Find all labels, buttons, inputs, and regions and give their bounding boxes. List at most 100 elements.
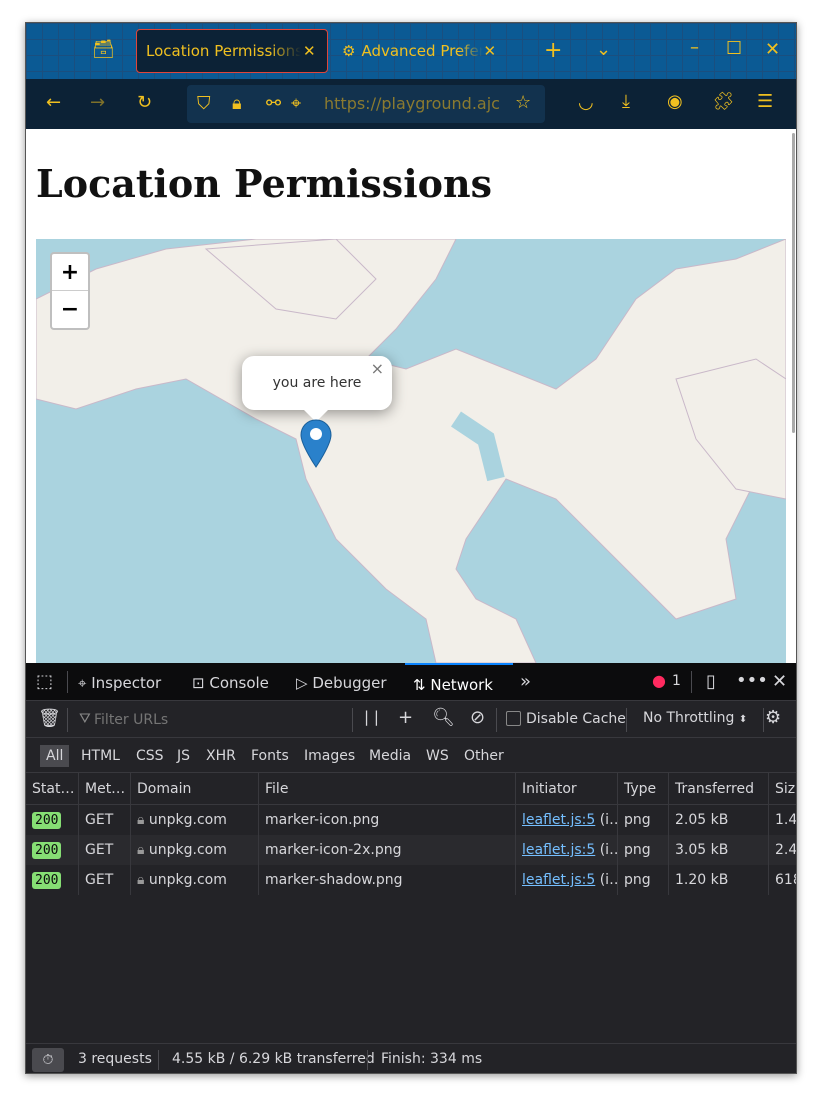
pocket-icon[interactable]: ◡ xyxy=(578,94,594,112)
menu-icon[interactable]: ☰ xyxy=(757,93,773,111)
cell-domain: 🔒︎ unpkg.com xyxy=(130,835,258,865)
new-tab-icon[interactable]: + xyxy=(544,40,562,62)
error-icon[interactable]: ● xyxy=(652,673,666,689)
element-picker-icon[interactable]: ⬚ xyxy=(36,673,53,691)
popup-close-button[interactable]: × xyxy=(371,342,384,396)
map-marker-icon[interactable] xyxy=(300,419,332,469)
type-filter-images[interactable]: Images xyxy=(298,745,361,767)
reload-icon[interactable]: ↻ xyxy=(137,94,152,112)
close-tab-icon[interactable]: ✕ xyxy=(483,42,496,60)
devtools-panel: ⬚ ⌖ Inspector ⊡ Console ▷ Debugger ⇅ Net… xyxy=(26,663,796,1073)
settings-gear-icon[interactable]: ⚙ xyxy=(765,709,781,727)
back-icon[interactable]: ← xyxy=(46,94,61,112)
lock-icon[interactable]: 🔒︎ xyxy=(232,95,242,113)
trash-icon[interactable]: 🗑︎ xyxy=(38,710,61,728)
disable-cache-label[interactable]: Disable Cache xyxy=(526,711,626,727)
performance-icon[interactable]: ⏱ xyxy=(32,1048,64,1072)
select-arrows-icon: ⬍ xyxy=(738,714,748,725)
account-icon[interactable]: ◉ xyxy=(667,93,683,111)
tab-debugger[interactable]: ▷ Debugger xyxy=(296,663,387,701)
table-row[interactable]: 200 GET 🔒︎ unpkg.com marker-icon-2x.png leaf… xyxy=(26,835,796,865)
bookmark-star-icon[interactable]: ☆ xyxy=(515,94,531,112)
close-tab-icon[interactable]: ✕ xyxy=(303,42,316,60)
column-header[interactable]: Transferred xyxy=(668,773,768,804)
type-filter-xhr[interactable]: XHR xyxy=(200,745,242,767)
gear-icon: ⚙ xyxy=(342,42,356,60)
table-row[interactable]: 200 GET 🔒︎ unpkg.com marker-shadow.png leafl… xyxy=(26,865,796,895)
zoom-in-button[interactable]: + xyxy=(52,254,88,291)
tab-inspector[interactable]: ⌖ Inspector xyxy=(78,663,161,701)
add-icon[interactable]: + xyxy=(398,709,413,727)
chevron-down-icon[interactable]: ⌄ xyxy=(596,41,611,59)
zoom-control: + − xyxy=(50,252,90,330)
permissions-icon[interactable]: ⚯ xyxy=(266,95,281,113)
map-tiles xyxy=(36,239,786,663)
shield-icon[interactable]: ⛉ xyxy=(197,95,211,113)
tab-console[interactable]: ⊡ Console xyxy=(192,663,269,701)
more-tabs-icon[interactable]: » xyxy=(520,673,531,691)
type-filter-media[interactable]: Media xyxy=(363,745,417,767)
more-options-icon[interactable]: ••• xyxy=(736,672,768,690)
tab-location-permissions[interactable]: Location Permissions ✕ xyxy=(136,29,328,73)
error-count[interactable]: 1 xyxy=(672,673,681,689)
initiator-link[interactable]: leaflet.js:5 xyxy=(522,842,595,858)
requests-table-header: Stat… Met… Domain File Initiator Type Transfer… xyxy=(26,773,796,805)
location-popup: you are here × xyxy=(242,356,392,422)
lock-icon: 🔒︎ xyxy=(137,842,145,858)
cell-type: png xyxy=(617,835,668,865)
cell-status: 200 xyxy=(26,835,78,865)
responsive-mode-icon[interactable]: ▯ xyxy=(706,673,716,691)
type-filter-css[interactable]: CSS xyxy=(130,745,170,767)
browser-window: 🗃 Location Permissions ✕ ⚙ Advanced Pref… xyxy=(25,22,797,1074)
cell-initiator: leaflet.js:5 (i… xyxy=(515,835,617,865)
type-filter-html[interactable]: HTML xyxy=(75,745,126,767)
extensions-icon[interactable]: 🧩︎ xyxy=(712,93,735,111)
type-filter-all[interactable]: All xyxy=(40,745,70,767)
close-devtools-icon[interactable]: ✕ xyxy=(772,673,787,691)
type-filter-other[interactable]: Other xyxy=(458,745,510,767)
disable-cache-checkbox[interactable] xyxy=(506,711,521,726)
search-icon[interactable]: 🔍︎ xyxy=(432,709,455,727)
cell-domain: 🔒︎ unpkg.com xyxy=(130,805,258,835)
zoom-out-button[interactable]: − xyxy=(52,291,88,328)
url-text[interactable]: https://playground.ajc xyxy=(324,94,504,113)
column-header[interactable]: Domain xyxy=(130,773,258,804)
network-filter-bar: 🗑︎ ⛛ | | + 🔍︎ ⊘ Disable Cache No Throttl… xyxy=(26,701,796,738)
status-badge: 200 xyxy=(32,812,62,829)
transferred-summary: 4.55 kB / 6.29 kB transferred xyxy=(172,1051,375,1067)
column-header[interactable]: Met… xyxy=(78,773,130,804)
column-header[interactable]: Siz xyxy=(768,773,796,804)
maximize-icon[interactable]: ☐ xyxy=(726,40,742,58)
type-filter-js[interactable]: JS xyxy=(171,745,196,767)
initiator-link[interactable]: leaflet.js:5 xyxy=(522,872,595,888)
cell-initiator: leaflet.js:5 (i… xyxy=(515,805,617,835)
column-header[interactable]: Initiator xyxy=(515,773,617,804)
map[interactable]: + − you are here × xyxy=(36,239,786,663)
close-window-icon[interactable]: ✕ xyxy=(765,41,780,59)
popup-text: you are here xyxy=(272,375,362,391)
console-icon: ⊡ xyxy=(192,674,205,692)
status-badge: 200 xyxy=(32,872,62,889)
cell-status: 200 xyxy=(26,865,78,895)
block-icon[interactable]: ⊘ xyxy=(470,709,485,727)
type-filter-ws[interactable]: WS xyxy=(420,745,455,767)
table-row[interactable]: 200 GET 🔒︎ unpkg.com marker-icon.png leaflet… xyxy=(26,805,796,835)
download-icon[interactable]: ⤓ xyxy=(622,93,630,111)
url-bar[interactable]: ⛉ 🔒︎ ⚯ ⌖ https://playground.ajc ☆ xyxy=(187,85,545,123)
tab-network[interactable]: ⇅ Network xyxy=(405,663,513,701)
type-filter-fonts[interactable]: Fonts xyxy=(245,745,295,767)
forward-icon[interactable]: → xyxy=(90,94,105,112)
column-header[interactable]: Type xyxy=(617,773,668,804)
column-header[interactable]: File xyxy=(258,773,515,804)
minimize-icon[interactable]: – xyxy=(690,39,699,57)
tab-groups-icon[interactable]: 🗃 xyxy=(92,41,115,59)
throttling-select[interactable]: No Throttling ⬍ xyxy=(643,710,747,726)
initiator-link[interactable]: leaflet.js:5 xyxy=(522,812,595,828)
filter-urls-input[interactable] xyxy=(94,709,344,731)
pause-icon[interactable]: | | xyxy=(364,710,379,725)
location-icon[interactable]: ⌖ xyxy=(291,95,301,113)
page-scrollbar[interactable] xyxy=(790,129,796,663)
tab-advanced-preferences[interactable]: ⚙ Advanced Preferences ✕ xyxy=(342,29,518,73)
lock-icon: 🔒︎ xyxy=(137,872,145,888)
column-header[interactable]: Stat… xyxy=(26,773,78,804)
